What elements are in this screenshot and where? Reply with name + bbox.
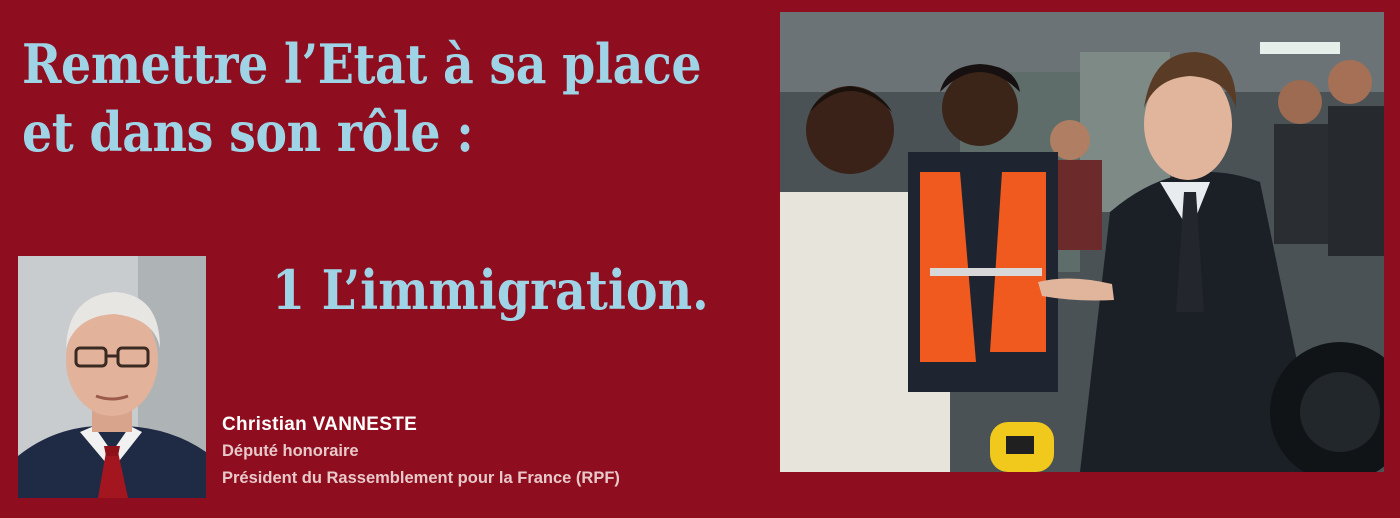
headline: Remettre l’Etat à sa place et dans son r… [22,30,702,166]
author-title: Député honoraire [222,442,359,460]
author-block: Christian VANNESTE Député honoraire Prés… [222,412,620,492]
subheadline: 1 L’immigration. [272,258,709,322]
news-photo-illustration [780,12,1384,472]
article-banner: Remettre l’Etat à sa place et dans son r… [0,0,1400,518]
headline-line-1: Remettre l’Etat à sa place [22,32,702,96]
headline-line-2: et dans son rôle : [22,100,474,164]
author-portrait [18,256,206,498]
author-role: Président du Rassemblement pour la Franc… [222,469,620,487]
author-portrait-illustration [18,256,206,498]
news-photo [780,12,1384,472]
author-name: Christian VANNESTE [222,414,418,435]
